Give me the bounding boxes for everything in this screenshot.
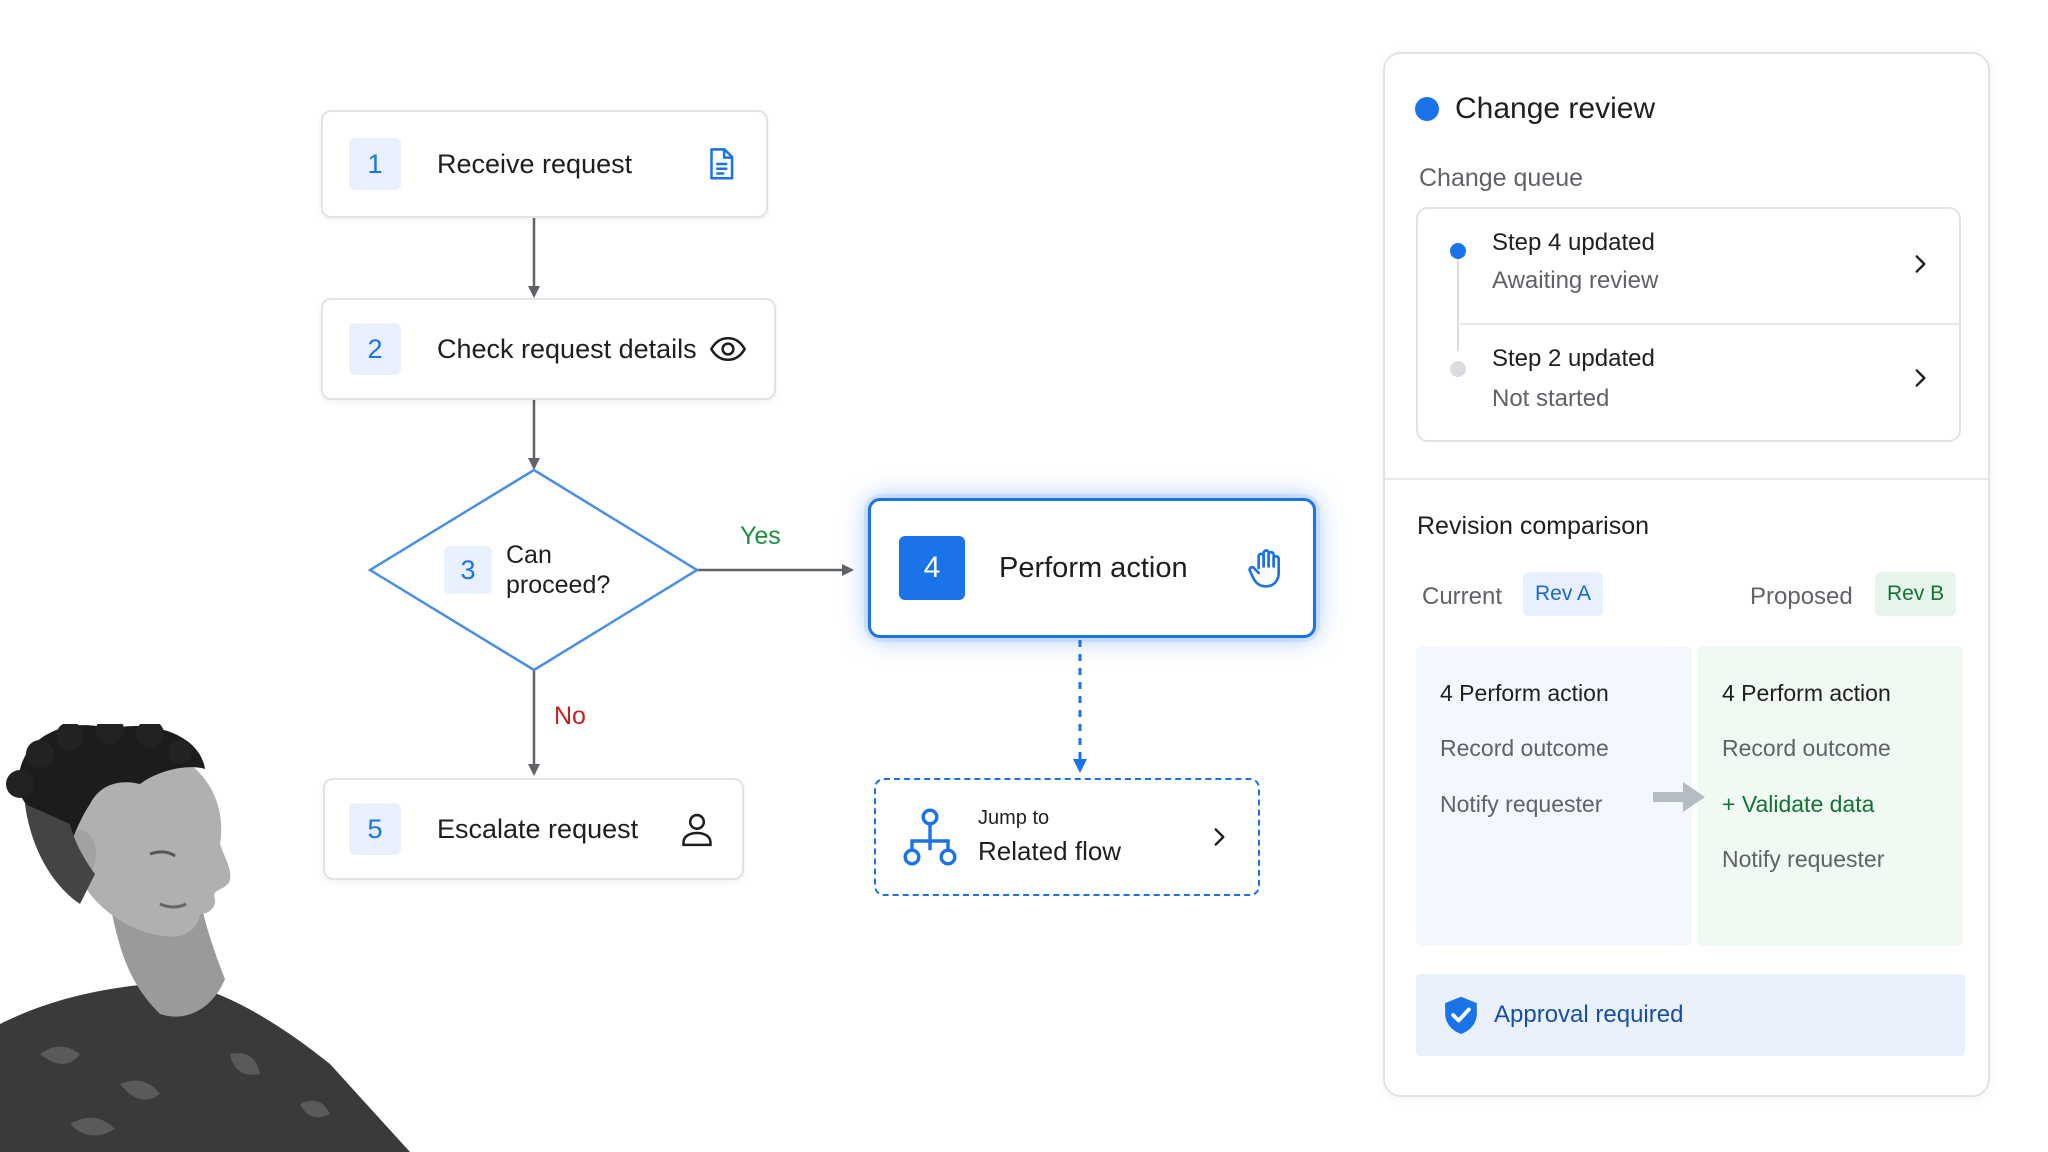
proposed-revision-column: 4 Perform action Record outcome + Valida… <box>1698 646 1963 946</box>
revision-line: Notify requester <box>1440 791 1603 817</box>
panel-title: Change review <box>1455 92 1656 125</box>
step-2-node[interactable]: 2 Check request details <box>321 298 776 400</box>
approval-text: Approval required <box>1494 1001 1684 1028</box>
document-icon <box>702 145 740 183</box>
queue-item-title: Step 4 updated <box>1492 229 1655 256</box>
step-number-badge: 3 <box>444 546 492 594</box>
revision-line-added: + Validate data <box>1722 791 1875 817</box>
step-number-badge: 2 <box>349 323 401 375</box>
step-label: Escalate request <box>437 813 639 844</box>
hand-icon <box>1247 546 1287 590</box>
revision-heading: Revision comparison <box>1417 512 1650 540</box>
arrow-right-icon <box>1653 782 1705 812</box>
rev-a-chip[interactable]: Rev A <box>1523 572 1604 616</box>
approval-banner: Approval required <box>1416 974 1965 1056</box>
chevron-right-icon <box>1915 369 1926 387</box>
jump-caption: Jump to <box>978 807 1050 829</box>
panel-divider <box>1385 478 1988 480</box>
queue-item-step-4[interactable]: Step 4 updated Awaiting review <box>1450 209 1959 325</box>
queue-heading: Change queue <box>1419 164 1584 192</box>
current-label: Current <box>1422 583 1503 610</box>
revision-line: Record outcome <box>1722 735 1891 761</box>
flow-tree-icon <box>902 806 958 868</box>
person-icon <box>678 810 716 848</box>
revision-line: Record outcome <box>1440 735 1609 761</box>
change-review-panel: Change review Change queue Step 4 update… <box>1383 52 1990 1097</box>
person-portrait <box>0 724 410 1152</box>
step-3-decision: 3 Can proceed? <box>444 540 636 600</box>
panel-header: Change review <box>1415 92 1655 126</box>
step-label: Check request details <box>437 333 697 364</box>
step-number-badge: 1 <box>349 138 401 190</box>
shield-check-icon <box>1445 996 1477 1034</box>
chevron-right-icon <box>1915 255 1926 273</box>
revision-line: Notify requester <box>1722 846 1885 872</box>
revision-line: 4 Perform action <box>1722 680 1891 706</box>
yes-label: Yes <box>740 522 781 550</box>
eye-icon <box>708 330 748 368</box>
status-dot <box>1415 97 1439 121</box>
queue-status-dot <box>1450 243 1466 259</box>
queue-item-title: Step 2 updated <box>1492 345 1655 372</box>
proposed-label: Proposed <box>1750 583 1853 610</box>
decision-label: Can proceed? <box>506 541 611 599</box>
step-label: Perform action <box>999 551 1188 584</box>
jump-target: Related flow <box>978 836 1122 866</box>
step-1-node[interactable]: 1 Receive request <box>321 110 768 218</box>
revision-line: 4 Perform action <box>1440 680 1609 706</box>
queue-item-status: Awaiting review <box>1492 267 1659 294</box>
step-4-node[interactable]: 4 Perform action <box>868 498 1316 638</box>
no-label: No <box>554 702 586 730</box>
rev-b-chip[interactable]: Rev B <box>1875 572 1957 616</box>
step-number-badge: 4 <box>899 536 965 600</box>
change-queue-list: Step 4 updated Awaiting review Step 2 up… <box>1416 207 1961 442</box>
jump-to-related-flow[interactable]: Jump to Related flow <box>874 778 1260 896</box>
queue-status-dot <box>1450 361 1466 377</box>
queue-item-step-2[interactable]: Step 2 updated Not started <box>1418 325 1959 441</box>
chevron-right-icon <box>1214 828 1225 846</box>
queue-item-status: Not started <box>1492 385 1610 412</box>
step-label: Receive request <box>437 148 633 179</box>
